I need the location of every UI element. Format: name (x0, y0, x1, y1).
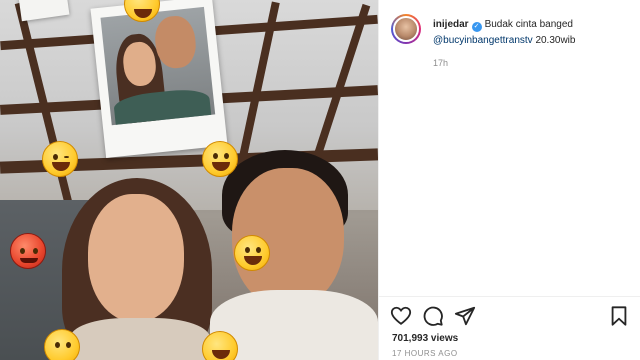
person-face (88, 194, 184, 322)
verified-badge-icon: ✓ (471, 22, 482, 32)
person-shirt (70, 318, 210, 360)
winking-face-emoji-icon (42, 141, 78, 177)
views-count[interactable]: 701,993 views (392, 333, 458, 344)
caption-text: Budak cinta banged (484, 19, 573, 30)
kissing-face-emoji-icon (44, 329, 80, 360)
grinning-face-emoji-icon (234, 235, 270, 271)
caption-tail: 20.30wib (535, 35, 576, 46)
polaroid-photo (90, 0, 228, 158)
bookmark-icon[interactable] (608, 305, 630, 327)
mention-link[interactable]: @bucyinbangettranstv (433, 35, 533, 46)
comment-timestamp[interactable]: 17h (433, 58, 448, 68)
post-video[interactable] (0, 0, 378, 360)
post-timestamp[interactable]: 17 HOURS AGO (392, 349, 458, 358)
heart-icon[interactable] (390, 305, 412, 327)
avatar[interactable] (391, 14, 421, 44)
avatar-image (393, 16, 419, 42)
grinning-sweat-emoji-icon (202, 141, 238, 177)
polaroid-image (100, 6, 216, 126)
post-caption: inijedar ✓ Budak cinta banged @bucyinbange… (433, 17, 633, 49)
username-link[interactable]: inijedar (433, 19, 469, 30)
paper-plane-icon[interactable] (454, 305, 476, 327)
post-actions-bar: 701,993 views 17 HOURS AGO (378, 296, 640, 360)
laughing-squint-emoji-icon (202, 331, 238, 360)
angry-face-emoji-icon (10, 233, 46, 269)
comment-icon[interactable] (422, 305, 444, 327)
